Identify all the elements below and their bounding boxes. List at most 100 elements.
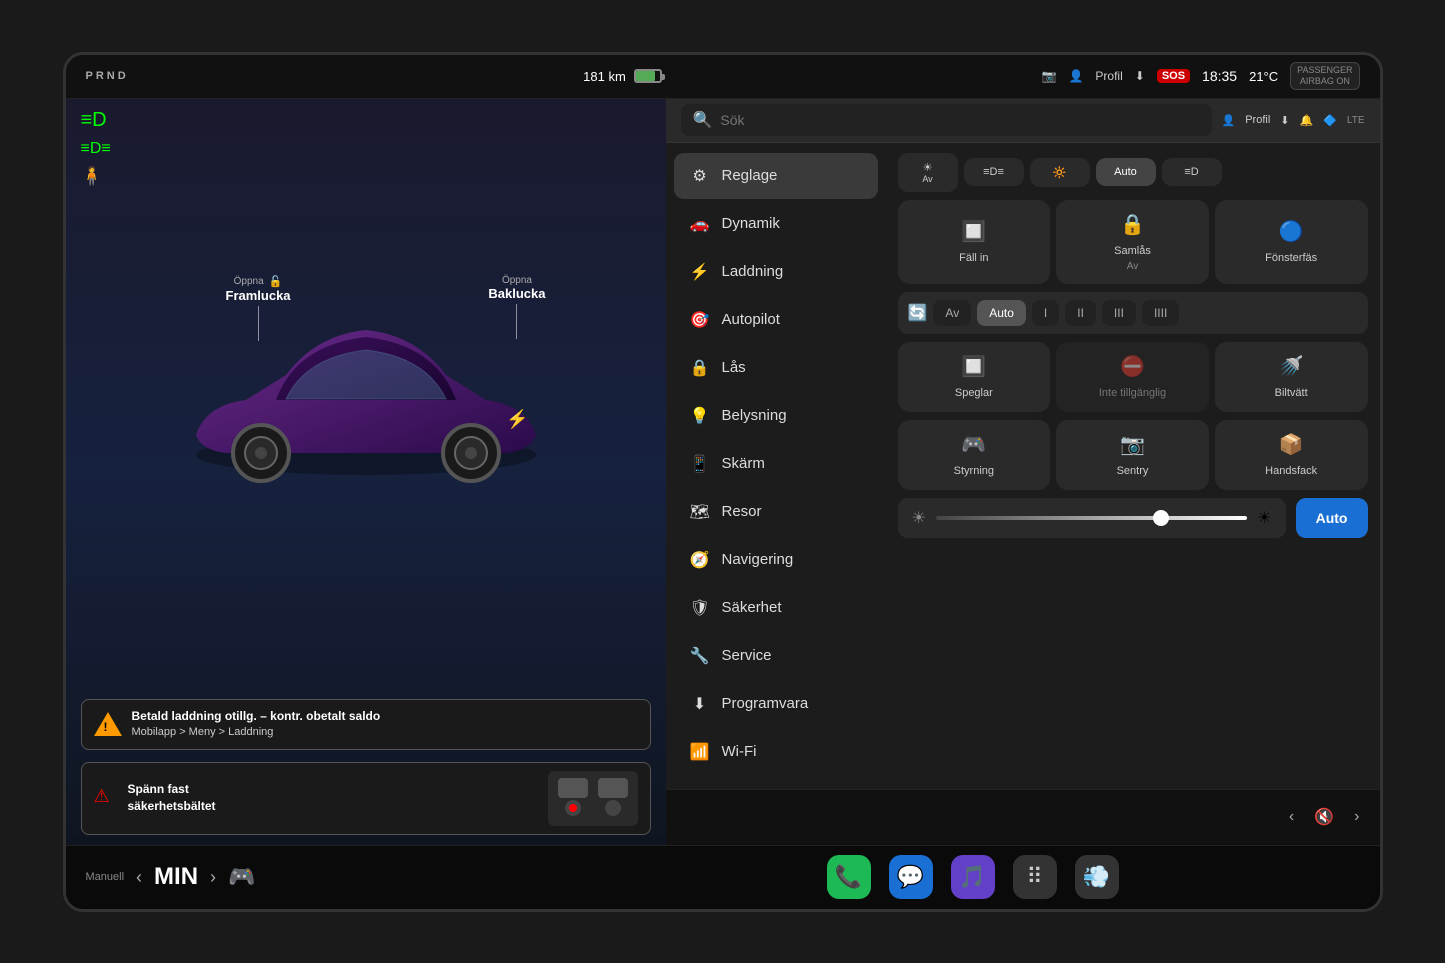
temp-mode-label: Manuell bbox=[86, 871, 125, 883]
search-input[interactable] bbox=[720, 112, 1199, 128]
programvara-icon: ⬇ bbox=[690, 694, 710, 714]
sentry-card[interactable]: 📷 Sentry bbox=[1056, 420, 1209, 490]
phone-taskbar-icon[interactable]: 📞 bbox=[827, 855, 871, 899]
sidebar-item-service[interactable]: 🔧 Service bbox=[674, 633, 878, 679]
wiper-speed4-button[interactable]: IIII bbox=[1142, 300, 1179, 326]
download-icon: ⬇ bbox=[1135, 69, 1145, 83]
dynamik-label: Dynamik bbox=[722, 215, 780, 232]
car-area: Öppna 🔓 Framlucka Öppna Baklucka bbox=[66, 99, 666, 691]
chat-taskbar-icon[interactable]: 💬 bbox=[889, 855, 933, 899]
music-taskbar-icon[interactable]: 🎵 bbox=[951, 855, 995, 899]
light-fog-button[interactable]: ≡D≡ bbox=[964, 158, 1024, 186]
brightness-slider[interactable] bbox=[936, 516, 1247, 520]
profile-top-label[interactable]: Profil bbox=[1245, 114, 1270, 126]
fonsterfas-card[interactable]: 🔵 Fönsterfäs bbox=[1215, 200, 1368, 284]
wiper-av-button[interactable]: Av bbox=[933, 300, 971, 326]
bilatv-label: Biltvätt bbox=[1275, 387, 1308, 399]
light-av-button[interactable]: ☀Av bbox=[898, 153, 958, 192]
resor-icon: 🗺 bbox=[690, 502, 710, 522]
wifi-icon: 📶 bbox=[690, 742, 710, 762]
inte-label: Inte tillgänglig bbox=[1099, 387, 1166, 399]
las-label: Lås bbox=[722, 359, 746, 376]
temp-arrow-next[interactable]: › bbox=[210, 867, 216, 888]
temp-value: MIN bbox=[154, 863, 198, 891]
temp-display: 21°C bbox=[1249, 69, 1278, 84]
sentry-icon: 📷 bbox=[1120, 432, 1145, 457]
apps-taskbar-icon[interactable]: ⠿ bbox=[1013, 855, 1057, 899]
sidebar-item-sakerhet[interactable]: 🛡 Säkerhet bbox=[674, 585, 878, 631]
wiper-auto-button[interactable]: Auto bbox=[977, 300, 1026, 326]
resor-label: Resor bbox=[722, 503, 762, 520]
belysning-icon: 💡 bbox=[690, 406, 710, 426]
status-bar-center: 181 km bbox=[286, 69, 960, 84]
sidebar-item-dynamik[interactable]: 🚗 Dynamik bbox=[674, 201, 878, 247]
fallin-card[interactable]: 🔲 Fäll in bbox=[898, 200, 1051, 284]
bottom-taskbar: Manuell ‹ MIN › 🎮 📞 💬 🎵 ⠿ 💨 bbox=[66, 845, 1380, 909]
light-auto-button[interactable]: Auto bbox=[1096, 158, 1156, 186]
battery-icon bbox=[634, 69, 662, 83]
range-display: 181 km bbox=[583, 69, 626, 84]
passenger-airbag-badge: PASSENGER AIRBAG ON bbox=[1290, 62, 1359, 90]
bluetooth-icon[interactable]: 🔷 bbox=[1323, 114, 1337, 127]
sidebar-item-belysning[interactable]: 💡 Belysning bbox=[674, 393, 878, 439]
wiper-speed2-button[interactable]: II bbox=[1065, 300, 1096, 326]
charging-warning-banner: Betald laddning otillg. – kontr. obetalt… bbox=[81, 699, 651, 750]
bell-icon[interactable]: 🔔 bbox=[1299, 114, 1313, 127]
sidebar-item-autopilot[interactable]: 🎯 Autopilot bbox=[674, 297, 878, 343]
sakerhet-icon: 🛡 bbox=[690, 598, 710, 618]
light-high-button[interactable]: 🔆 bbox=[1030, 158, 1090, 187]
search-input-area[interactable]: 🔍 bbox=[681, 104, 1212, 136]
profile-icon[interactable]: 👤 bbox=[1068, 69, 1083, 83]
service-icon: 🔧 bbox=[690, 646, 710, 666]
fonsterfas-icon: 🔵 bbox=[1279, 219, 1304, 244]
status-bar: PRND 181 km 📷 👤 Profil ⬇ SOS 18:35 21°C … bbox=[66, 55, 1380, 99]
belysning-label: Belysning bbox=[722, 407, 787, 424]
samlas-label: Samlås bbox=[1114, 245, 1151, 257]
lte-icon: LTE bbox=[1347, 115, 1365, 126]
temp-arrow-prev[interactable]: ‹ bbox=[136, 867, 142, 888]
main-screen: PRND 181 km 📷 👤 Profil ⬇ SOS 18:35 21°C … bbox=[63, 52, 1383, 912]
sidebar-item-reglage[interactable]: ⚙ Reglage bbox=[674, 153, 878, 199]
speglar-card[interactable]: 🔲 Speglar bbox=[898, 342, 1051, 412]
volume-mute-icon[interactable]: 🔇 bbox=[1314, 807, 1334, 827]
handsfack-icon: 📦 bbox=[1279, 432, 1304, 457]
profile-top-icon[interactable]: 👤 bbox=[1222, 114, 1236, 127]
top-status-icons: 👤 Profil ⬇ 🔔 🔷 LTE bbox=[1222, 114, 1365, 127]
lighting-controls-row: ☀Av ≡D≡ 🔆 Auto ≡D bbox=[898, 153, 1368, 192]
sidebar-item-skarm[interactable]: 📱 Skärm bbox=[674, 441, 878, 487]
sidebar-item-navigering[interactable]: 🧭 Navigering bbox=[674, 537, 878, 583]
styrning-card[interactable]: 🎮 Styrning bbox=[898, 420, 1051, 490]
sentry-label: Sentry bbox=[1117, 465, 1149, 477]
navigering-label: Navigering bbox=[722, 551, 794, 568]
sidebar-item-las[interactable]: 🔒 Lås bbox=[674, 345, 878, 391]
wiper-speed1-button[interactable]: I bbox=[1032, 300, 1059, 326]
light-beam-button[interactable]: ≡D bbox=[1162, 158, 1222, 186]
service-label: Service bbox=[722, 647, 772, 664]
sidebar-item-resor[interactable]: 🗺 Resor bbox=[674, 489, 878, 535]
samlas-sub: Av bbox=[1127, 261, 1139, 272]
prnd-display: PRND bbox=[86, 70, 129, 82]
dynamik-icon: 🚗 bbox=[690, 214, 710, 234]
sidebar-item-wifi[interactable]: 📶 Wi-Fi bbox=[674, 729, 878, 775]
nav-prev-icon[interactable]: ‹ bbox=[1289, 808, 1294, 826]
taskbar-right: ‹ 🔇 › bbox=[666, 789, 1380, 845]
reglage-label: Reglage bbox=[722, 167, 778, 184]
fan-taskbar-icon[interactable]: 💨 bbox=[1075, 855, 1119, 899]
bilatv-card[interactable]: 🚿 Biltvätt bbox=[1215, 342, 1368, 412]
nav-next-icon[interactable]: › bbox=[1354, 808, 1359, 826]
handsfack-card[interactable]: 📦 Handsfack bbox=[1215, 420, 1368, 490]
framlucka-small-label: Öppna bbox=[234, 276, 264, 287]
temp-control-area: Manuell ‹ MIN › 🎮 bbox=[86, 863, 586, 891]
wifi-label: Wi-Fi bbox=[722, 743, 757, 760]
styrning-label: Styrning bbox=[954, 465, 994, 477]
sos-badge[interactable]: SOS bbox=[1157, 69, 1190, 83]
samlas-card[interactable]: 🔒 Samlås Av bbox=[1056, 200, 1209, 284]
wiper-speed3-button[interactable]: III bbox=[1102, 300, 1136, 326]
controls-panel: ☀Av ≡D≡ 🔆 Auto ≡D 🔲 Fäll in bbox=[886, 143, 1380, 789]
brightness-low-icon: ☀ bbox=[912, 508, 926, 528]
profile-label[interactable]: Profil bbox=[1095, 69, 1122, 83]
auto-button[interactable]: Auto bbox=[1296, 498, 1368, 538]
sidebar-item-laddning[interactable]: ⚡ Laddning bbox=[674, 249, 878, 295]
fonsterfas-label: Fönsterfäs bbox=[1265, 252, 1317, 264]
sidebar-item-programvara[interactable]: ⬇ Programvara bbox=[674, 681, 878, 727]
